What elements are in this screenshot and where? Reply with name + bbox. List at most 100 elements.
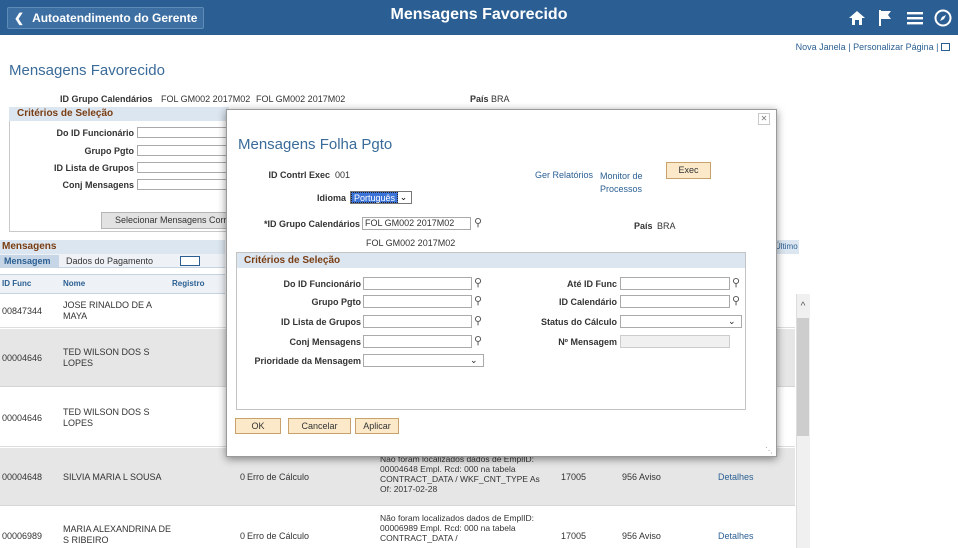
row-details-link[interactable]: Detalhes — [718, 531, 754, 542]
search-icon[interactable]: ⚲ — [732, 296, 740, 307]
search-icon[interactable]: ⚲ — [474, 218, 482, 229]
link-separator: | — [848, 42, 851, 52]
row-employee-name: MARIA ALEXANDRINA DE S RIBEIRO — [63, 524, 172, 545]
search-icon[interactable]: ⚲ — [732, 278, 740, 289]
search-icon[interactable]: ⚲ — [474, 336, 482, 347]
group-list-label: ID Lista de Grupos — [53, 163, 134, 173]
calendar-group-input[interactable]: FOL GM002 2017M02 — [362, 217, 471, 230]
pay-group-field[interactable] — [137, 145, 227, 156]
column-header-name[interactable]: Nome — [63, 279, 85, 288]
calendar-group-description: FOL GM002 2017M02 — [256, 94, 346, 104]
last-page-link[interactable]: Último — [775, 240, 799, 254]
group-list-field[interactable] — [137, 162, 227, 173]
process-monitor-link[interactable]: Monitor de Processos — [600, 170, 650, 196]
run-control-label: ID Contrl Exec — [268, 170, 330, 180]
message-set-label: Conj Mensagens — [62, 180, 134, 190]
flag-icon[interactable] — [875, 7, 897, 29]
row-employee-name: TED WILSON DOS S LOPES — [63, 407, 150, 428]
link-separator: | — [936, 42, 939, 52]
select-matching-messages-button[interactable]: Selecionar Mensagens Correspondentes — [101, 212, 231, 229]
ok-button[interactable]: OK — [235, 418, 281, 434]
close-icon[interactable]: ✕ — [758, 113, 770, 125]
row-error-type: Erro de Cálculo — [247, 472, 310, 482]
country-value: BRA — [491, 94, 510, 104]
chevron-down-icon: ⌄ — [470, 355, 478, 365]
calendar-id-label: ID Calendário — [558, 297, 617, 307]
calculation-status-label: Status do Cálculo — [540, 317, 617, 327]
pay-group-input[interactable] — [363, 295, 472, 308]
row-severity: Aviso — [639, 472, 661, 482]
message-set-input[interactable] — [363, 335, 472, 348]
chevron-down-icon: ⌄ — [399, 192, 408, 202]
calendar-group-description: FOL GM002 2017M02 — [366, 238, 456, 248]
back-button-label: Autoatendimento do Gerente — [32, 11, 198, 25]
search-icon[interactable]: ⚲ — [474, 296, 482, 307]
messages-section-header: Mensagens — [0, 240, 225, 254]
message-set-label: Conj Mensagens — [289, 337, 361, 347]
row-record: 0 — [240, 531, 246, 541]
scrollbar-thumb[interactable] — [797, 318, 809, 436]
message-priority-select[interactable] — [363, 354, 484, 367]
column-header-record[interactable]: Registro — [172, 279, 204, 288]
navbar-compass-icon[interactable] — [932, 7, 954, 29]
row-severity: Aviso — [639, 531, 661, 541]
pay-group-label: Grupo Pgto — [84, 146, 135, 156]
row-employee-name: TED WILSON DOS S LOPES — [63, 347, 150, 368]
row-message-set: 17005 — [561, 531, 587, 541]
to-employee-id-input[interactable] — [620, 277, 730, 290]
run-control-value: 001 — [335, 170, 351, 180]
country-label: País — [634, 221, 653, 231]
country-value: BRA — [657, 221, 676, 231]
top-navigation-bar: ❮ Autoatendimento do Gerente Mensagens F… — [0, 0, 958, 35]
selection-criteria-header: Critérios de Seleção — [237, 253, 745, 268]
row-message-number: 956 — [622, 531, 638, 541]
cancel-button[interactable]: Cancelar — [288, 418, 351, 434]
row-employee-name: JOSE RINALDO DE A MAYA — [63, 300, 152, 321]
row-record: 0 — [240, 472, 246, 482]
exec-button[interactable]: Exec — [666, 162, 711, 179]
row-message-text: Não foram localizados dados de EmplID: 0… — [380, 513, 535, 543]
home-icon[interactable] — [846, 7, 868, 29]
chevron-down-icon: ⌄ — [728, 316, 736, 326]
selection-criteria-box — [236, 252, 746, 410]
message-number-input — [620, 335, 730, 348]
language-selected-value: Português — [351, 192, 399, 203]
scroll-up-icon[interactable]: ^ — [797, 302, 809, 312]
row-employee-id: 00847344 — [2, 306, 43, 316]
row-employee-id: 00006989 — [2, 531, 43, 541]
resize-grip-icon[interactable]: ⋱ — [765, 446, 773, 455]
employee-id-field[interactable] — [137, 127, 227, 138]
row-employee-id: 00004646 — [2, 353, 43, 363]
chevron-left-icon: ❮ — [14, 11, 25, 25]
row-message-number: 956 — [622, 472, 638, 482]
grid-icon[interactable] — [941, 43, 950, 51]
tab-payment-data[interactable]: Dados do Pagamento — [62, 255, 172, 267]
row-employee-name: SILVIA MARIA L SOUSA — [63, 472, 162, 482]
column-header-id[interactable]: ID Func — [2, 279, 31, 288]
message-set-field[interactable] — [137, 179, 227, 190]
group-list-id-input[interactable] — [363, 315, 472, 328]
from-employee-id-input[interactable] — [363, 277, 472, 290]
personalize-page-link[interactable]: Personalizar Página — [853, 42, 934, 52]
tab-message[interactable]: Mensagem — [0, 255, 59, 267]
message-priority-label: Prioridade da Mensagem — [254, 356, 361, 366]
modal-title: Mensagens Folha Pgto — [238, 136, 393, 153]
row-details-link[interactable]: Detalhes — [718, 472, 754, 483]
apply-button[interactable]: Aplicar — [355, 418, 399, 434]
show-all-columns-icon[interactable] — [180, 256, 200, 266]
row-error-type: Erro de Cálculo — [247, 531, 310, 541]
report-manager-link[interactable]: Ger Relatórios — [535, 170, 593, 180]
calculation-status-select[interactable] — [620, 315, 742, 328]
pay-group-label: Grupo Pgto — [311, 297, 362, 307]
calendar-id-input[interactable] — [620, 295, 730, 308]
group-list-id-label: ID Lista de Grupos — [280, 317, 361, 327]
row-employee-id: 00004646 — [2, 413, 43, 423]
search-icon[interactable]: ⚲ — [474, 316, 482, 327]
row-employee-id: 00004648 — [2, 472, 43, 482]
menu-icon[interactable] — [904, 7, 926, 29]
back-button[interactable]: ❮ Autoatendimento do Gerente — [7, 7, 205, 29]
search-icon[interactable]: ⚲ — [474, 278, 482, 289]
new-window-link[interactable]: Nova Janela — [796, 42, 846, 52]
row-message-set: 17005 — [561, 472, 587, 482]
row-message-text: Não foram localizados dados de EmplID: 0… — [380, 454, 540, 494]
